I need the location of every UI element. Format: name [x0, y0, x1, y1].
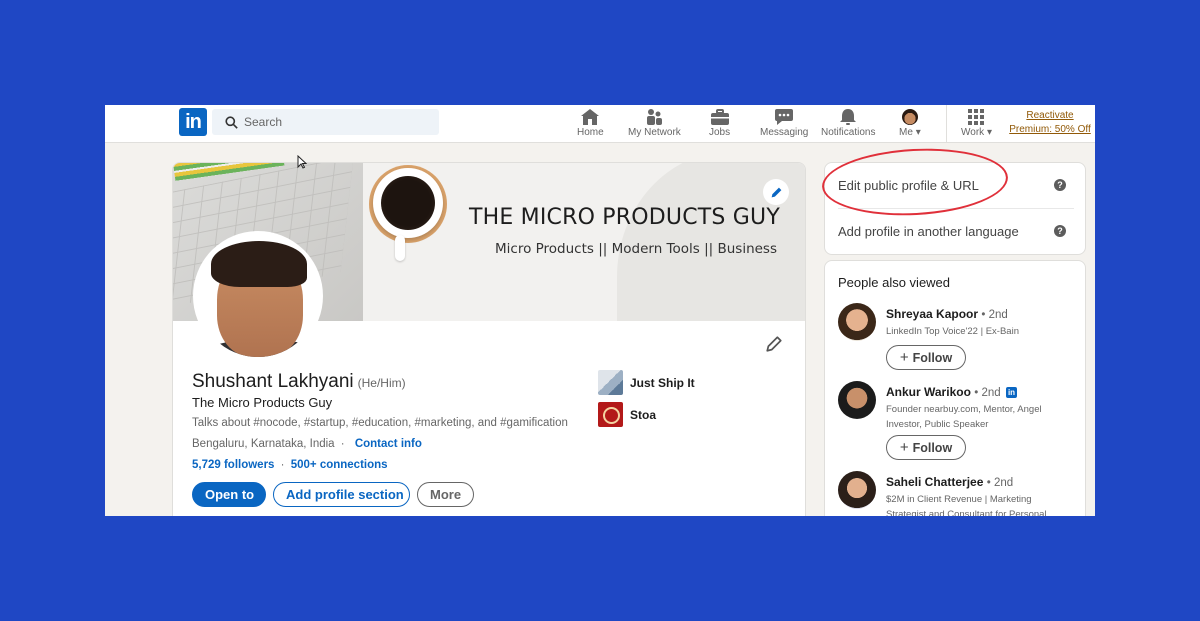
nav-messaging[interactable]: Messaging: [760, 107, 808, 141]
grid-icon: [968, 109, 985, 125]
person-name-row[interactable]: Shreyaa Kapoor • 2nd: [886, 307, 1008, 321]
premium-line-2: Premium: 50% Off: [1009, 124, 1091, 135]
nav-divider: [946, 105, 947, 143]
help-icon[interactable]: ?: [1054, 179, 1066, 191]
profile-card: THE MICRO PRODUCTS GUY Micro Products ||…: [172, 162, 806, 516]
network-icon: [647, 109, 663, 125]
person-name-row[interactable]: Ankur Warikoo • 2nd in: [886, 385, 1018, 399]
avatar[interactable]: [838, 381, 876, 419]
person-headline: LinkedIn Top Voice'22 | Ex-Bain: [886, 326, 1019, 337]
edit-intro-button[interactable]: [765, 335, 783, 358]
nav-my-network[interactable]: My Network: [628, 107, 681, 141]
location-row: Bengaluru, Karnataka, India · Contact in…: [192, 438, 422, 450]
nav-work[interactable]: Work ▾: [961, 107, 992, 141]
linkedin-screenshot: in Home My Network Jobs Messaging Notifi…: [105, 105, 1095, 516]
person-name-row[interactable]: Saheli Chatterjee • 2nd: [886, 475, 1013, 489]
avatar[interactable]: [838, 471, 876, 509]
nav-me[interactable]: Me ▾: [899, 107, 921, 141]
banner-subtitle: Micro Products || Modern Tools || Busine…: [495, 241, 778, 257]
chevron-down-icon: ▾: [915, 127, 921, 138]
pencil-icon: [771, 187, 781, 197]
separator-dot: ·: [280, 459, 285, 471]
nav-work-label: Work: [961, 127, 985, 138]
people-also-viewed-title: People also viewed: [838, 275, 951, 290]
briefcase-icon: [710, 109, 729, 125]
separator-dot: ·: [340, 438, 345, 450]
add-language-profile-link[interactable]: Add profile in another language: [838, 224, 1019, 239]
org-logo: [598, 402, 623, 427]
search-box[interactable]: [212, 109, 439, 135]
profile-headline: The Micro Products Guy: [192, 395, 333, 410]
divider: [838, 208, 1074, 209]
more-button[interactable]: More: [417, 482, 474, 507]
person-headline: Founder nearbuy.com, Mentor, Angel Inves…: [886, 404, 1042, 430]
contact-info-link[interactable]: Contact info: [355, 438, 422, 450]
edit-banner-button[interactable]: [763, 179, 789, 205]
followers-link[interactable]: 5,729 followers: [192, 459, 274, 471]
search-icon: [225, 116, 238, 129]
follow-label: Follow: [912, 440, 953, 455]
org-stoa[interactable]: Stoa: [598, 402, 656, 427]
reactivate-premium-link[interactable]: Reactivate Premium: 50% Off: [1009, 109, 1091, 137]
banner-title: THE MICRO PRODUCTS GUY: [469, 205, 780, 230]
plus-icon: +: [899, 349, 909, 366]
connection-degree: • 2nd: [974, 387, 1001, 399]
pencil-icon: [766, 336, 782, 352]
profile-settings-card: Edit public profile & URL ? Add profile …: [824, 162, 1086, 255]
talks-about: Talks about #nocode, #startup, #educatio…: [192, 417, 568, 429]
help-icon[interactable]: ?: [1054, 225, 1066, 237]
org-just-ship-it[interactable]: Just Ship It: [598, 370, 695, 395]
nav-jobs-label: Jobs: [709, 127, 731, 138]
open-to-button[interactable]: Open to: [192, 482, 266, 507]
add-profile-section-button[interactable]: Add profile section: [273, 482, 410, 507]
people-also-viewed-card: People also viewed Shreyaa Kapoor • 2nd …: [824, 260, 1086, 516]
nav-home-label: Home: [577, 127, 604, 138]
nav-me-label: Me: [899, 127, 913, 138]
follow-button[interactable]: + Follow: [886, 345, 966, 370]
location: Bengaluru, Karnataka, India: [192, 438, 335, 450]
search-input[interactable]: [244, 109, 434, 135]
nav-messaging-label: Messaging: [760, 127, 809, 138]
connection-degree: • 2nd: [981, 309, 1008, 321]
profile-photo[interactable]: [193, 231, 323, 361]
nav-my-network-label: My Network: [628, 127, 681, 138]
premium-line-1: Reactivate: [1026, 110, 1074, 121]
follow-label: Follow: [912, 350, 953, 365]
org-logo: [598, 370, 623, 395]
linkedin-badge-icon: in: [1006, 387, 1018, 398]
person-name: Ankur Warikoo: [886, 385, 971, 399]
connection-degree: • 2nd: [986, 477, 1014, 489]
avatar-icon: [901, 109, 918, 125]
follow-button[interactable]: + Follow: [886, 435, 966, 460]
connections-link[interactable]: 500+ connections: [291, 459, 388, 471]
person-name: Shreyaa Kapoor: [886, 307, 979, 321]
chevron-down-icon: ▾: [986, 127, 992, 138]
linkedin-logo[interactable]: in: [179, 108, 207, 136]
nav-notifications[interactable]: Notifications: [821, 107, 875, 141]
plus-icon: +: [899, 439, 909, 456]
person-headline: $2M in Client Revenue | Marketing Strate…: [886, 494, 1047, 516]
home-icon: [581, 109, 600, 125]
pronouns: (He/Him): [357, 376, 406, 390]
profile-name-row: Shushant Lakhyani (He/Him): [192, 371, 406, 393]
nav-home[interactable]: Home: [577, 107, 604, 141]
edit-public-profile-link[interactable]: Edit public profile & URL: [838, 178, 979, 193]
mouse-cursor-icon: [297, 155, 307, 169]
messaging-icon: [775, 109, 794, 125]
nav-notifications-label: Notifications: [821, 127, 876, 138]
org-name: Stoa: [630, 407, 657, 422]
profile-name: Shushant Lakhyani: [192, 371, 354, 392]
nav-jobs[interactable]: Jobs: [709, 107, 730, 141]
stats-row: 5,729 followers · 500+ connections: [192, 459, 388, 471]
bell-icon: [840, 109, 857, 125]
avatar[interactable]: [838, 303, 876, 341]
top-nav: in Home My Network Jobs Messaging Notifi…: [105, 105, 1095, 143]
person-name: Saheli Chatterjee: [886, 475, 984, 489]
org-name: Just Ship It: [630, 375, 695, 390]
